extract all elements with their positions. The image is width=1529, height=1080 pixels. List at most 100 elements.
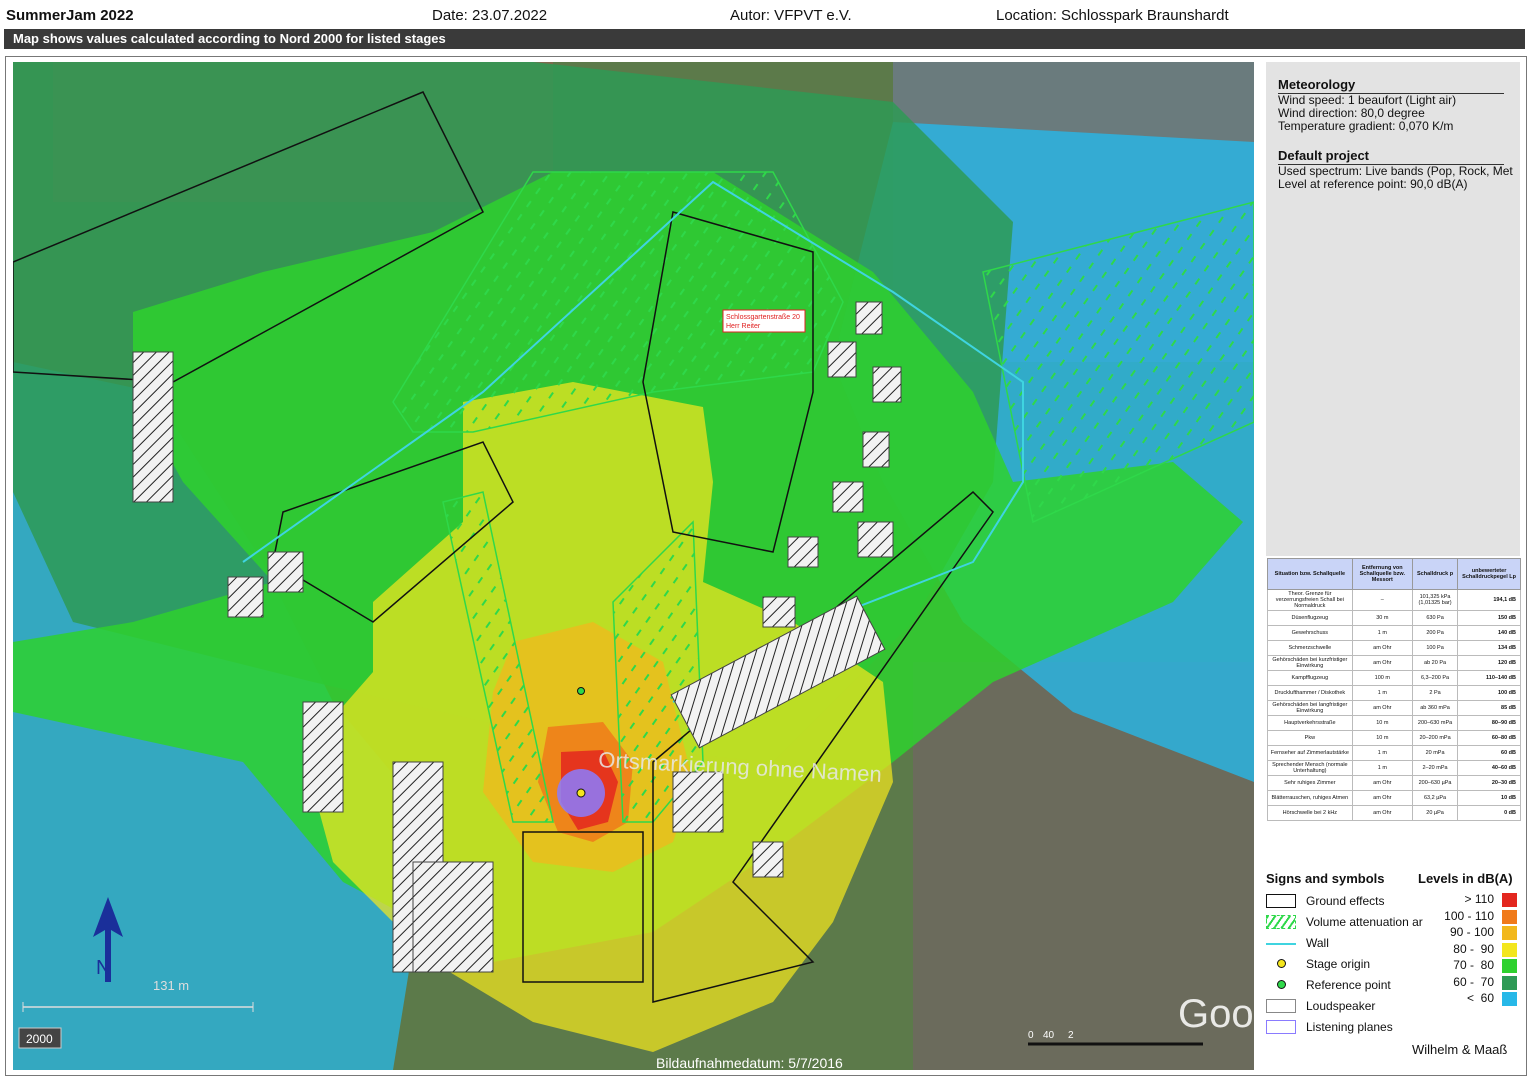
table-row: Theor. Grenze für verzerrungsfreien Scha… <box>1267 589 1521 611</box>
level-label: > 110 <box>1464 892 1494 906</box>
legend-item-label: Loudspeaker <box>1306 999 1376 1013</box>
table-cell: 80–90 dB <box>1457 715 1521 731</box>
table-cell: am Ohr <box>1351 775 1413 791</box>
table-cell: 200 Pa <box>1411 625 1459 641</box>
level-swatch <box>1502 893 1517 907</box>
table-cell: 6,3–200 Pa <box>1411 670 1459 686</box>
level-label: < 60 <box>1466 991 1494 1005</box>
table-row: Sehr ruhiges Zimmer am Ohr 200–630 µPa 20–3… <box>1267 775 1521 791</box>
level-label: 100 - 110 <box>1444 908 1494 923</box>
table-cell: Pkw <box>1267 730 1353 746</box>
table-cell: 101,325 kPa (1,01325 bar) <box>1411 589 1459 611</box>
table-cell: Theor. Grenze für verzerrungsfreien Scha… <box>1267 589 1353 611</box>
table-cell: 100 Pa <box>1411 640 1459 656</box>
table-cell: ab 360 mPa <box>1411 700 1459 716</box>
level-swatch <box>1502 942 1517 957</box>
table-cell: 100 m <box>1351 670 1413 686</box>
level-item: 80 - 90 <box>1400 942 1520 958</box>
temperature-gradient: Temperature gradient: 0,070 K/m <box>1278 120 1454 133</box>
listening-plane-box-icon <box>1266 1020 1296 1034</box>
table-cell: Sprechender Mensch (normale Unterhaltung… <box>1267 760 1353 776</box>
building <box>132 351 174 503</box>
level-swatch <box>1502 909 1517 924</box>
table-cell: 150 dB <box>1457 610 1521 626</box>
table-cell: Sehr ruhiges Zimmer <box>1267 775 1353 791</box>
legend-item-label: Wall <box>1306 936 1329 950</box>
imagery-date: Bildaufnahmedatum: 5/7/2016 <box>656 1055 843 1070</box>
table-row: Düsenflugzeug 30 m 630 Pa 150 dB <box>1267 610 1521 626</box>
table-row: Gehörschäden bei kurzfristiger Einwirkun… <box>1267 655 1521 671</box>
table-cell: Hörschwelle bei 2 kHz <box>1267 805 1353 821</box>
column-header: unbewerteter Schalldruckpegel Lp <box>1457 558 1521 590</box>
map-description: Map shows values calculated according to… <box>13 31 446 46</box>
wall-line-icon <box>1266 943 1296 945</box>
reference-point-marker[interactable] <box>577 687 585 695</box>
table-cell: 10 m <box>1351 730 1413 746</box>
meteorology-section: Meteorology Wind speed: 1 beaufort (Ligh… <box>1278 77 1528 133</box>
green-dot-icon <box>1277 980 1286 989</box>
info-panel: Meteorology Wind speed: 1 beaufort (Ligh… <box>1266 62 1520 556</box>
address-callout-street: Schlossgartenstraße 20 <box>726 314 800 321</box>
table-cell: 1 m <box>1351 745 1413 761</box>
event-title: SummerJam 2022 <box>6 7 134 24</box>
svg-text:2: 2 <box>1068 1030 1074 1041</box>
table-row: Fernseher auf Zimmerlautstärke 1 m 20 mPa 6… <box>1267 745 1521 761</box>
table-cell: 630 Pa <box>1411 610 1459 626</box>
map-description-bar: Map shows values calculated according to… <box>4 29 1525 49</box>
column-header: Entfernung von Schallquelle bzw. Messort <box>1351 558 1413 590</box>
table-cell: 110–140 dB <box>1457 670 1521 686</box>
table-cell: Gewehrschuss <box>1267 625 1353 641</box>
legend-item-label: Stage origin <box>1306 957 1371 971</box>
sound-pressure-reference-table: Situation bzw. Schallquelle Entfernung v… <box>1267 558 1521 821</box>
report-header: SummerJam 2022 Date: 23.07.2022 Autor: V… <box>0 0 1529 30</box>
building <box>787 536 819 568</box>
level-item: > 110 <box>1400 892 1520 908</box>
level-swatch <box>1502 975 1517 990</box>
table-cell: 200–630 µPa <box>1411 775 1459 791</box>
level-item: 100 - 110 <box>1400 909 1520 925</box>
table-cell: Hauptverkehrsstraße <box>1267 715 1353 731</box>
table-row: Kampfflugzeug 100 m 6,3–200 Pa 110–140 dB <box>1267 670 1521 686</box>
meteorology-heading: Meteorology <box>1278 77 1504 94</box>
event-location: Location: Schlosspark Braunshardt <box>996 7 1229 24</box>
table-cell: 20–200 mPa <box>1411 730 1459 746</box>
event-date: Date: 23.07.2022 <box>432 7 548 24</box>
level-swatch <box>1502 959 1517 973</box>
table-cell: Gehörschäden bei langfristiger Einwirkun… <box>1267 700 1353 716</box>
level-label: 80 - 90 <box>1453 941 1494 956</box>
table-cell: 10 m <box>1351 715 1413 731</box>
table-cell: am Ohr <box>1351 655 1413 671</box>
table-row: Hauptverkehrsstraße 10 m 200–630 mPa 80–90 … <box>1267 715 1521 731</box>
stage-origin-marker[interactable] <box>576 788 586 798</box>
table-row: Schmerzschwelle am Ohr 100 Pa 134 dB <box>1267 640 1521 656</box>
table-cell: 1 m <box>1351 685 1413 701</box>
table-cell: 60–80 dB <box>1457 730 1521 746</box>
level-swatch <box>1502 926 1517 940</box>
table-cell: Fernseher auf Zimmerlautstärke <box>1267 745 1353 761</box>
table-cell: Blätterrauschen, ruhiges Atmen <box>1267 790 1353 806</box>
building <box>762 596 796 628</box>
building <box>227 576 264 618</box>
loudspeaker-box-icon <box>1266 999 1296 1013</box>
noise-map[interactable]: Schlossgartenstraße 20 Herr Reiter Ortsm… <box>13 62 1254 1070</box>
company-logo: Wilhelm & Maaß <box>1412 1042 1508 1057</box>
svg-text:0: 0 <box>1028 1030 1034 1041</box>
table-row: Sprechender Mensch (normale Unterhaltung… <box>1267 760 1521 776</box>
wind-speed: Wind speed: 1 beaufort (Light air) <box>1278 94 1457 107</box>
noise-map-canvas[interactable]: Schlossgartenstraße 20 Herr Reiter Ortsm… <box>13 62 1254 1070</box>
imagery-year: 2000 <box>26 1032 53 1046</box>
table-cell: 30 m <box>1351 610 1413 626</box>
table-cell: 140 dB <box>1457 625 1521 641</box>
table-row: Gehörschäden bei langfristiger Einwirkun… <box>1267 700 1521 716</box>
column-header: Situation bzw. Schallquelle <box>1267 558 1353 590</box>
table-row: Hörschwelle bei 2 kHz am Ohr 20 µPa 0 dB <box>1267 805 1521 821</box>
table-cell: 100 dB <box>1457 685 1521 701</box>
building <box>872 366 902 403</box>
table-cell: 85 dB <box>1457 700 1521 716</box>
table-cell: 63,2 µPa <box>1411 790 1459 806</box>
table-cell: 0 dB <box>1457 805 1521 821</box>
level-item: 60 - 70 <box>1400 975 1520 991</box>
legend-item-label: Listening planes <box>1306 1020 1393 1034</box>
table-cell: 134 dB <box>1457 640 1521 656</box>
building <box>832 481 864 513</box>
